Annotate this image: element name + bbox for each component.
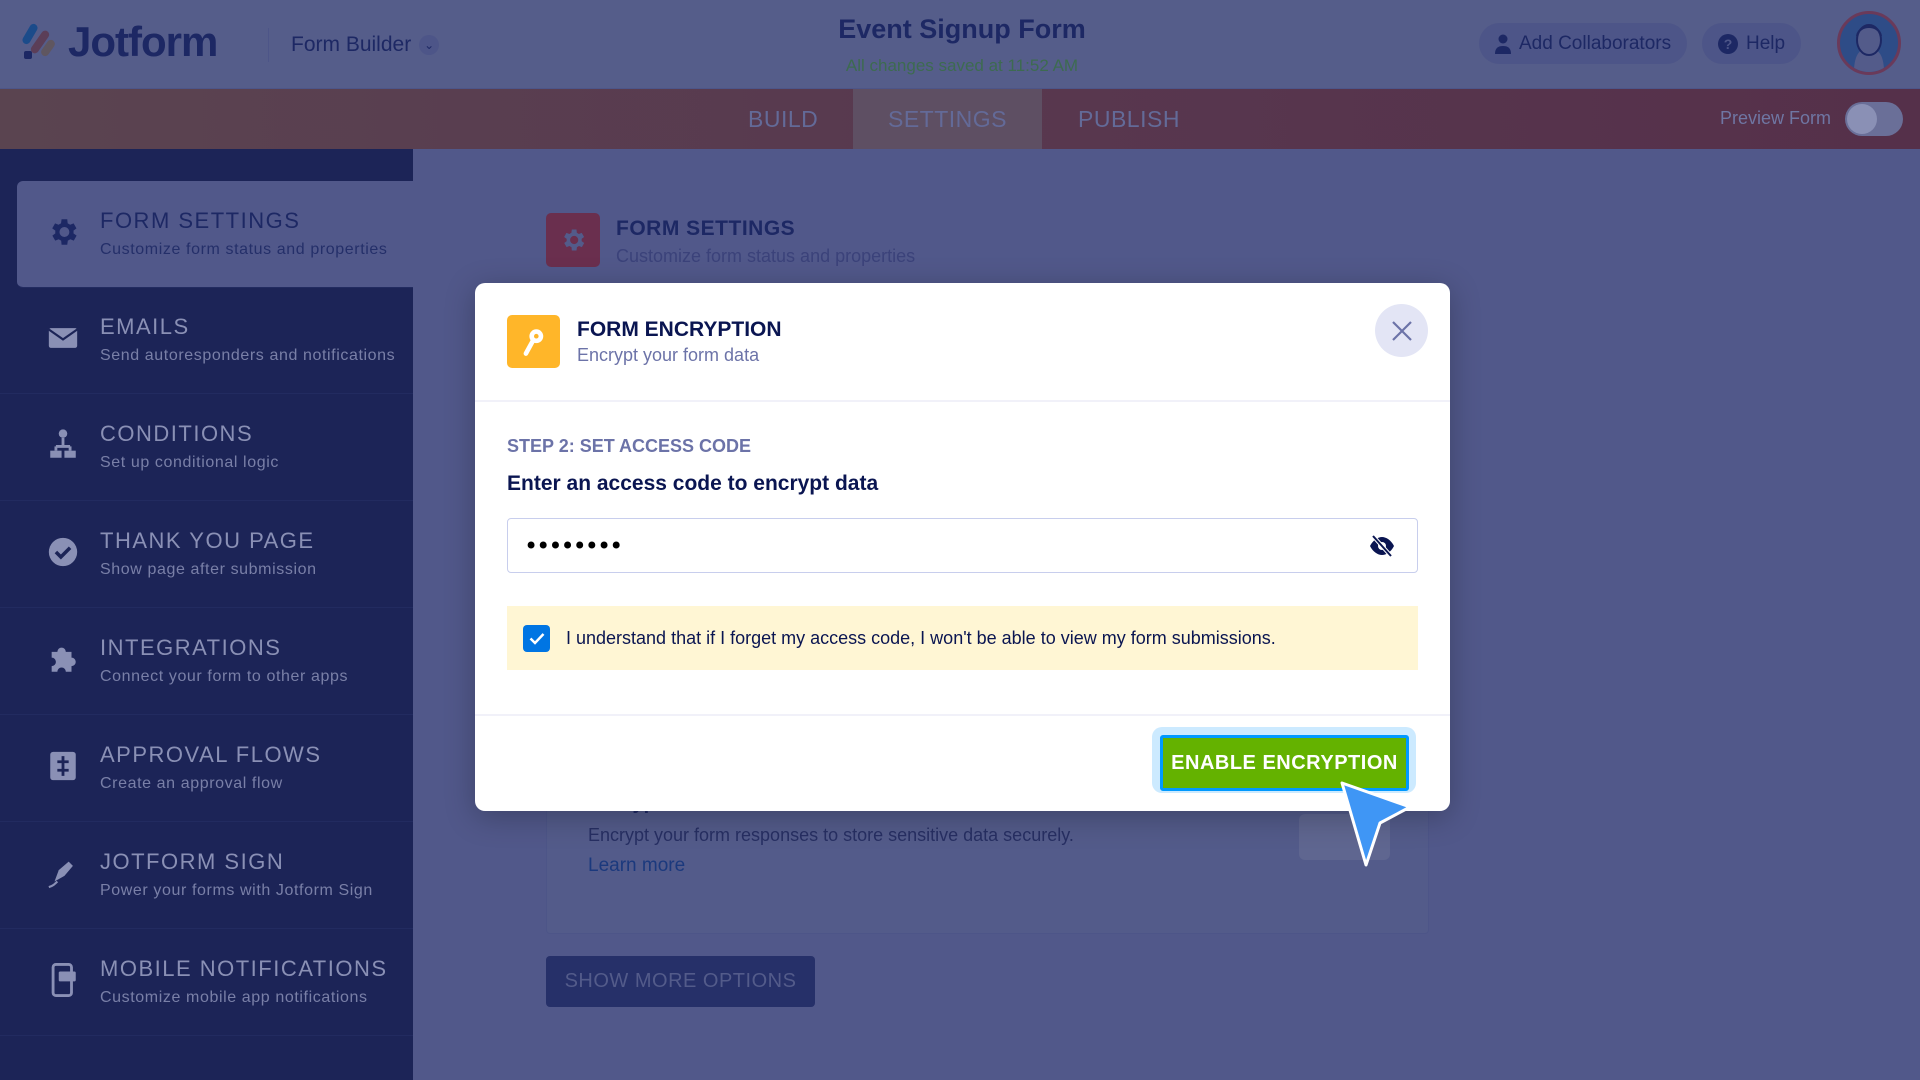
tab-settings[interactable]: SETTINGS bbox=[853, 89, 1042, 149]
learn-more-link[interactable]: Learn more bbox=[588, 855, 685, 877]
sidebar-item-title: MOBILE NOTIFICATIONS bbox=[100, 956, 388, 981]
form-settings-badge bbox=[546, 213, 600, 267]
sidebar-item-subtitle: Show page after submission bbox=[100, 561, 317, 578]
sidebar-item-approval-flows[interactable]: APPROVAL FLOWS Create an approval flow bbox=[0, 715, 413, 822]
avatar[interactable] bbox=[1837, 11, 1901, 75]
acknowledge-row: I understand that if I forget my access … bbox=[507, 606, 1418, 670]
page-subtitle: Customize form status and properties bbox=[616, 246, 916, 266]
help-button[interactable]: ? Help bbox=[1702, 23, 1802, 64]
modal-title: FORM ENCRYPTION bbox=[577, 318, 782, 341]
preview-form-label: Preview Form bbox=[1720, 108, 1832, 128]
sidebar-item-thank-you-page[interactable]: THANK YOU PAGE Show page after submission bbox=[0, 501, 413, 608]
add-collaborators-label: Add Collaborators bbox=[1519, 32, 1672, 54]
sidebar-item-title: JOTFORM SIGN bbox=[100, 849, 285, 874]
sidebar-item-title: EMAILS bbox=[100, 314, 190, 339]
sidebar-item-subtitle: Create an approval flow bbox=[100, 775, 283, 792]
modal-subtitle: Encrypt your form data bbox=[577, 345, 760, 365]
sidebar-item-conditions[interactable]: CONDITIONS Set up conditional logic bbox=[0, 394, 413, 501]
envelope-icon bbox=[48, 328, 78, 348]
access-code-label: Enter an access code to encrypt data bbox=[507, 472, 879, 495]
sidebar-item-subtitle: Send autoresponders and notifications bbox=[100, 347, 396, 364]
key-icon bbox=[523, 328, 543, 356]
user-icon bbox=[1495, 34, 1511, 54]
encryption-card-description: Encrypt your form responses to store sen… bbox=[588, 825, 1074, 845]
sidebar-item-title: APPROVAL FLOWS bbox=[100, 742, 322, 767]
sidebar-item-mobile-notifications[interactable]: MOBILE NOTIFICATIONS Customize mobile app… bbox=[0, 929, 413, 1036]
eye-off-icon[interactable] bbox=[1368, 533, 1396, 559]
modal-header-divider bbox=[475, 400, 1450, 402]
sidebar-item-title: INTEGRATIONS bbox=[100, 635, 282, 660]
sidebar-item-jotform-sign[interactable]: JOTFORM SIGN Power your forms with Jotfor… bbox=[0, 822, 413, 929]
check-circle-icon bbox=[48, 537, 78, 567]
sidebar-item-title: FORM SETTINGS bbox=[100, 208, 301, 233]
add-collaborators-button[interactable]: Add Collaborators bbox=[1479, 23, 1688, 64]
tab-bar: BUILD SETTINGS PUBLISH Preview Form bbox=[0, 89, 1920, 149]
close-icon bbox=[1391, 320, 1412, 341]
gear-icon bbox=[52, 219, 77, 245]
mouse-cursor-icon bbox=[1340, 781, 1412, 867]
sidebar-item-emails[interactable]: EMAILS Send autoresponders and notificati… bbox=[0, 287, 413, 394]
close-button[interactable] bbox=[1375, 304, 1428, 357]
help-label: Help bbox=[1746, 32, 1786, 54]
sidebar-item-subtitle: Connect your form to other apps bbox=[100, 668, 349, 685]
sidebar-item-subtitle: Customize form status and properties bbox=[100, 241, 388, 258]
sidebar-item-subtitle: Set up conditional logic bbox=[100, 454, 279, 471]
sidebar-item-title: THANK YOU PAGE bbox=[100, 528, 315, 553]
sidebar-item-form-settings[interactable]: FORM SETTINGS Customize form status and p… bbox=[17, 181, 413, 288]
step-label: STEP 2: SET ACCESS CODE bbox=[507, 436, 752, 456]
mobile-icon bbox=[51, 963, 76, 997]
sidebar-item-integrations[interactable]: INTEGRATIONS Connect your form to other a… bbox=[0, 608, 413, 715]
sidebar-item-title: CONDITIONS bbox=[100, 421, 254, 446]
top-header: Jotform Form Builder ⌄ Event Signup Form … bbox=[0, 0, 1920, 89]
page-title: FORM SETTINGS bbox=[616, 217, 796, 240]
pen-icon bbox=[48, 861, 73, 889]
flow-icon bbox=[50, 429, 76, 458]
form-encryption-modal: FORM ENCRYPTION Encrypt your form data S… bbox=[475, 283, 1450, 811]
approval-icon bbox=[50, 751, 76, 781]
acknowledge-checkbox[interactable] bbox=[523, 624, 550, 652]
help-icon: ? bbox=[1718, 33, 1738, 54]
tab-build[interactable]: BUILD bbox=[748, 89, 818, 149]
gear-icon bbox=[564, 229, 585, 251]
settings-sidebar: FORM SETTINGS Customize form status and p… bbox=[0, 149, 413, 1080]
puzzle-icon bbox=[51, 647, 76, 672]
sidebar-item-subtitle: Customize mobile app notifications bbox=[100, 989, 368, 1006]
acknowledge-text[interactable]: I understand that if I forget my access … bbox=[566, 628, 1276, 649]
preview-form-toggle[interactable] bbox=[1845, 102, 1903, 136]
check-icon bbox=[529, 632, 544, 645]
sidebar-item-subtitle: Power your forms with Jotform Sign bbox=[100, 882, 373, 899]
avatar-icon bbox=[1854, 24, 1884, 72]
tab-publish[interactable]: PUBLISH bbox=[1078, 89, 1180, 149]
key-badge bbox=[507, 315, 560, 368]
access-code-input[interactable] bbox=[507, 518, 1418, 573]
show-more-options-button[interactable]: SHOW MORE OPTIONS bbox=[546, 956, 815, 1007]
modal-footer-divider bbox=[475, 714, 1450, 716]
